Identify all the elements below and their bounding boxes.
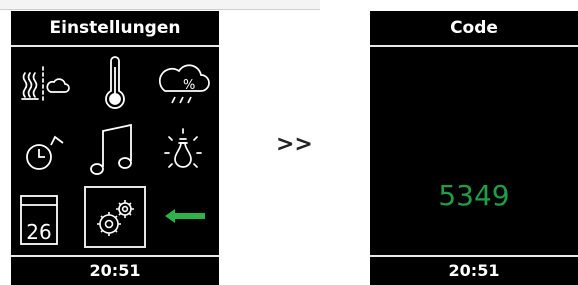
code-screen: Code 5349 20:51 xyxy=(370,11,578,285)
top-toolbar-strip xyxy=(0,0,320,10)
time-display: 20:51 xyxy=(89,261,141,280)
back-arrow-icon[interactable] xyxy=(163,207,207,225)
light-bulb-icon[interactable] xyxy=(155,119,211,179)
settings-title: Einstellungen xyxy=(49,18,181,38)
title-divider xyxy=(370,45,578,47)
clock-icon[interactable] xyxy=(17,123,71,177)
svg-text:%: % xyxy=(183,78,195,93)
humidity-cloud-icon[interactable]: % xyxy=(153,55,211,111)
heating-cloud-icon[interactable] xyxy=(15,55,73,111)
settings-screen: Einstellungen % 26 20:51 xyxy=(11,11,219,285)
time-display: 20:51 xyxy=(448,261,500,280)
title-divider xyxy=(11,45,219,47)
code-value: 5349 xyxy=(438,179,510,212)
transition-arrows: >> xyxy=(276,132,313,157)
thermometer-icon[interactable] xyxy=(89,55,141,113)
calendar-day: 26 xyxy=(26,220,52,244)
music-note-icon[interactable] xyxy=(87,117,143,181)
gears-icon[interactable] xyxy=(91,194,139,242)
code-title: Code xyxy=(450,18,498,38)
